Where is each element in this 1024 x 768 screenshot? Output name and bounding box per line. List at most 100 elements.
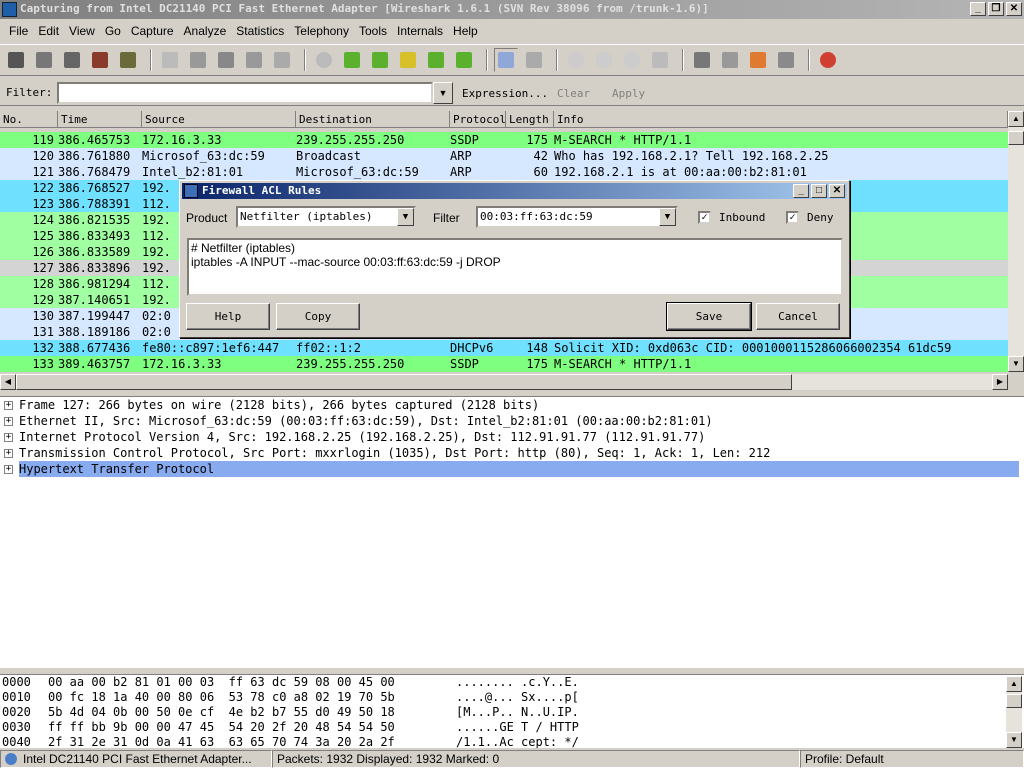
scroll-up-button[interactable]: ▲ — [1008, 111, 1024, 127]
menu-view[interactable]: View — [64, 21, 100, 41]
expand-icon[interactable]: + — [4, 416, 13, 426]
hex-row[interactable]: 0030 ff ff bb 9b 00 00 47 45 54 20 2f 20 … — [0, 720, 1024, 735]
go-to-packet-button[interactable] — [396, 48, 420, 72]
start-capture-button[interactable] — [60, 48, 84, 72]
inbound-checkbox[interactable]: ✓ Inbound — [698, 211, 765, 224]
detail-row-tcp[interactable]: + Transmission Control Protocol, Src Port… — [0, 445, 1024, 461]
deny-checkbox[interactable]: ✓ Deny — [786, 211, 834, 224]
save-button[interactable]: Save — [666, 302, 752, 331]
hscroll-thumb[interactable] — [16, 374, 792, 390]
scroll-up-button[interactable]: ▲ — [1006, 676, 1022, 692]
menu-internals[interactable]: Internals — [392, 21, 448, 41]
preferences-button[interactable] — [774, 48, 798, 72]
close-button[interactable]: ✕ — [1006, 2, 1022, 16]
chevron-down-icon[interactable]: ▼ — [397, 208, 414, 226]
column-header-protocol[interactable]: Protocol — [450, 111, 506, 128]
filter-select[interactable]: 00:03:ff:63:dc:59 ▼ — [476, 206, 678, 228]
find-packet-button[interactable] — [312, 48, 336, 72]
display-filters-button[interactable] — [718, 48, 742, 72]
zoom-out-button[interactable] — [592, 48, 616, 72]
hex-row[interactable]: 0010 00 fc 18 1a 40 00 80 06 53 78 c0 a8 … — [0, 690, 1024, 705]
menu-analyze[interactable]: Analyze — [179, 21, 232, 41]
copy-button[interactable]: Copy — [276, 303, 360, 330]
packet-row[interactable]: 133 389.463757 172.16.3.33 239.255.255.250 S… — [0, 356, 1008, 372]
open-button[interactable] — [158, 48, 182, 72]
help-button[interactable] — [816, 48, 840, 72]
menu-telephony[interactable]: Telephony — [289, 21, 354, 41]
options-button[interactable] — [32, 48, 56, 72]
save-as-button[interactable] — [186, 48, 210, 72]
expand-icon[interactable]: + — [4, 432, 13, 442]
close-file-button[interactable] — [214, 48, 238, 72]
minimize-button[interactable]: _ — [970, 2, 986, 16]
scroll-right-button[interactable]: ▶ — [992, 374, 1008, 390]
window-title-bar[interactable]: Capturing from Intel DC21140 PCI Fast Et… — [0, 0, 1024, 19]
detail-row-ip[interactable]: + Internet Protocol Version 4, Src: 192.1… — [0, 429, 1024, 445]
packet-list-scrollbar[interactable]: ▲ ▼ — [1008, 111, 1024, 372]
packet-row[interactable]: 121 386.768479 Intel_b2:81:01 Microsof_63:d… — [0, 164, 1008, 180]
go-back-button[interactable] — [340, 48, 364, 72]
dialog-minimize-button[interactable]: _ — [793, 184, 809, 198]
scroll-thumb[interactable] — [1006, 694, 1022, 708]
expand-icon[interactable]: + — [4, 464, 13, 474]
packet-list-hscrollbar[interactable]: ◀ ▶ — [0, 374, 1008, 390]
filter-input[interactable] — [57, 82, 433, 104]
auto-scroll-button[interactable] — [522, 48, 546, 72]
menu-capture[interactable]: Capture — [126, 21, 179, 41]
filter-dropdown-button[interactable]: ▼ — [433, 82, 453, 104]
colorize-button[interactable] — [494, 48, 518, 72]
product-select[interactable]: Netfilter (iptables) ▼ — [236, 206, 416, 228]
go-last-button[interactable] — [452, 48, 476, 72]
detail-row-frame[interactable]: + Frame 127: 266 bytes on wire (2128 bits… — [0, 397, 1024, 413]
column-header-source[interactable]: Source — [142, 111, 296, 128]
packet-row[interactable]: 120 386.761880 Microsof_63:dc:59 Broadcast A… — [0, 148, 1008, 164]
restart-capture-button[interactable] — [116, 48, 140, 72]
menu-help[interactable]: Help — [448, 21, 483, 41]
zoom-normal-button[interactable] — [620, 48, 644, 72]
scroll-down-button[interactable]: ▼ — [1006, 732, 1022, 748]
expand-icon[interactable]: + — [4, 448, 13, 458]
detail-row-http[interactable]: + Hypertext Transfer Protocol — [0, 461, 1024, 477]
go-first-button[interactable] — [424, 48, 448, 72]
clear-button[interactable]: Clear — [557, 87, 590, 100]
coloring-rules-button[interactable] — [746, 48, 770, 72]
apply-button[interactable]: Apply — [612, 87, 645, 100]
packet-row[interactable]: 132 388.677436 fe80::c897:1ef6:447 ff02::1:… — [0, 340, 1008, 356]
column-header-destination[interactable]: Destination — [296, 111, 450, 128]
menu-go[interactable]: Go — [100, 21, 126, 41]
detail-row-ethernet[interactable]: + Ethernet II, Src: Microsof_63:dc:59 (00… — [0, 413, 1024, 429]
help-button-dialog[interactable]: Help — [186, 303, 270, 330]
menu-edit[interactable]: Edit — [33, 21, 64, 41]
expand-icon[interactable]: + — [4, 400, 13, 410]
column-header-length[interactable]: Length — [506, 111, 554, 128]
resize-columns-button[interactable] — [648, 48, 672, 72]
hex-row[interactable]: 0040 2f 31 2e 31 0d 0a 41 63 63 65 70 74 … — [0, 735, 1024, 748]
packet-row[interactable]: 119 386.465753 172.16.3.33 239.255.255.250 S… — [0, 132, 1008, 148]
menu-statistics[interactable]: Statistics — [231, 21, 289, 41]
hex-row[interactable]: 0000 00 aa 00 b2 81 01 00 03 ff 63 dc 59 … — [0, 675, 1024, 690]
column-header-time[interactable]: Time — [58, 111, 142, 128]
print-button[interactable] — [270, 48, 294, 72]
column-header-no[interactable]: No. — [0, 111, 58, 128]
stop-capture-button[interactable] — [88, 48, 112, 72]
hex-row[interactable]: 0020 5b 4d 04 0b 00 50 0e cf 4e b2 b7 55 … — [0, 705, 1024, 720]
capture-filters-button[interactable] — [690, 48, 714, 72]
dialog-close-button[interactable]: ✕ — [829, 184, 845, 198]
scroll-thumb[interactable] — [1008, 131, 1024, 145]
rules-textarea[interactable]: # Netfilter (iptables) iptables -A INPUT… — [187, 238, 843, 296]
cancel-button[interactable]: Cancel — [756, 303, 840, 330]
status-profile[interactable]: Profile: Default — [800, 750, 1024, 768]
go-forward-button[interactable] — [368, 48, 392, 72]
column-header-info[interactable]: Info — [554, 111, 1008, 128]
reload-button[interactable] — [242, 48, 266, 72]
scroll-left-button[interactable]: ◀ — [0, 374, 16, 390]
scroll-down-button[interactable]: ▼ — [1008, 356, 1024, 372]
expression-button[interactable]: Expression... — [462, 87, 548, 100]
status-adapter[interactable]: Intel DC21140 PCI Fast Ethernet Adapter.… — [0, 750, 272, 768]
zoom-in-button[interactable] — [564, 48, 588, 72]
interfaces-button[interactable] — [4, 48, 28, 72]
hex-scrollbar[interactable]: ▲ ▼ — [1006, 676, 1022, 748]
menu-file[interactable]: File — [4, 21, 33, 41]
dialog-maximize-button[interactable]: □ — [811, 184, 827, 198]
menu-tools[interactable]: Tools — [354, 21, 392, 41]
